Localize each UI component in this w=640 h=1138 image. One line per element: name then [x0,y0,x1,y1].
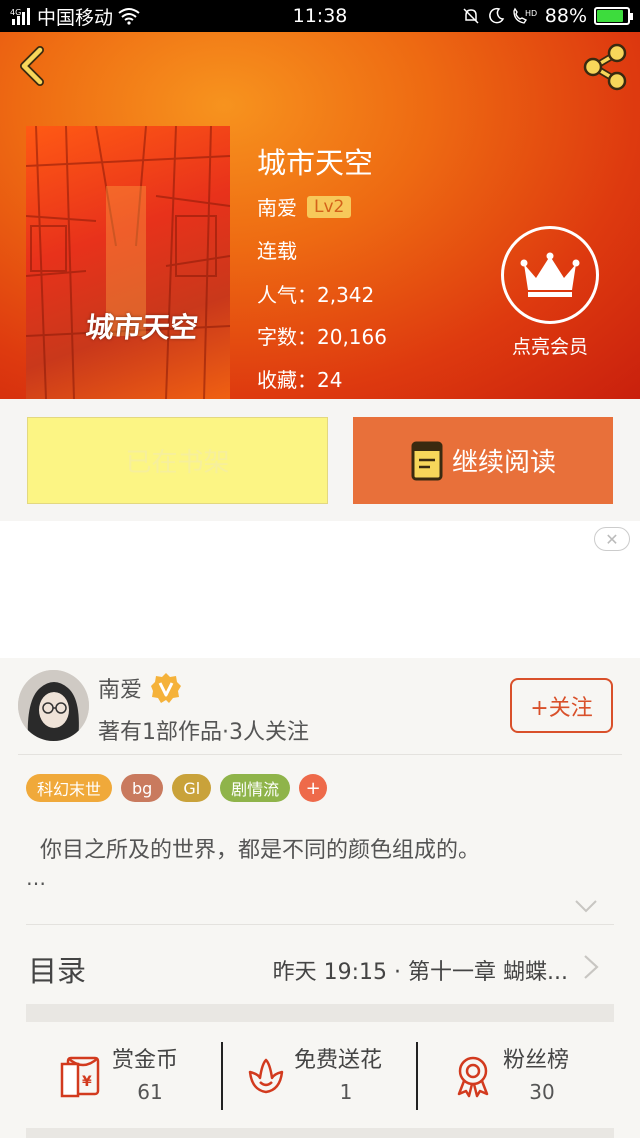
word-count: 字数：20,166 [257,321,387,350]
flower-label: 免费送花 [294,1048,383,1073]
section-separator [26,1128,614,1138]
favorites-value: 24 [317,368,343,392]
popularity: 人气：2,342 [257,279,374,308]
status-time: 11:38 [292,5,348,27]
add-tag-button[interactable]: + [299,774,328,802]
stat-divider [416,1042,418,1110]
reward-label: 赏金币 [112,1048,179,1073]
avatar-image [18,670,89,741]
popularity-label: 人气： [257,283,317,307]
chevron-down-icon[interactable] [574,898,598,914]
flower-icon [248,1058,284,1094]
share-button[interactable] [580,42,630,92]
author-section: 南爱 著有1部作品·3人关注 +关注 科幻末世 bg Gl 剧情流 + 你目之所… [0,658,640,1138]
ad-close-button[interactable]: ✕ [594,527,630,551]
continue-reading-button[interactable]: 继续阅读 [353,417,613,504]
status-bar: 4G 中国移动 11:38 HD 88% [0,0,640,32]
tag-item[interactable]: bg [121,774,164,802]
close-icon: ✕ [605,529,619,549]
ad-area: ✕ [0,521,640,658]
battery-fill [597,10,624,22]
word-count-value: 20,166 [317,325,387,349]
author-card-name-text[interactable]: 南爱 [98,672,142,704]
catalog-row[interactable]: 目录 昨天 19:15 · 第十一章 蝴蝶... [0,926,640,1004]
book-intro: 你目之所及的世界，都是不同的颜色组成的。 [40,838,481,863]
reward-value: 61 [137,1080,163,1104]
vip-button[interactable]: 点亮会员 [500,226,600,359]
action-row: 已在书架 继续阅读 [0,399,640,521]
follow-button[interactable]: +关注 [510,678,613,733]
intro-ellipsis: … [26,866,46,890]
send-flower-button[interactable]: 免费送花 1 [244,1042,404,1108]
tag-item[interactable]: 剧情流 [220,774,291,802]
tag-item[interactable]: 科幻末世 [26,774,113,802]
fans-value: 30 [529,1080,555,1104]
tag-item[interactable]: Gl [172,774,212,802]
popularity-value: 2,342 [317,283,375,307]
flower-value: 1 [339,1080,353,1104]
continue-reading-label: 继续阅读 [451,448,556,478]
back-icon [20,46,44,86]
latest-chapter: 昨天 19:15 · 第十一章 蝴蝶... [272,960,568,985]
author-card-name: 南爱 [98,672,182,704]
medal-icon [457,1056,489,1098]
serial-status: 连载 [257,239,297,263]
divider [26,924,614,925]
red-envelope-icon: ¥ [60,1056,100,1098]
favorites-label: 收藏： [257,368,317,392]
author-meta: 著有1部作品·3人关注 [98,720,309,745]
share-icon [583,43,627,91]
stat-divider [221,1042,223,1110]
stats-row: ¥ 赏金币 61 免费送花 1 粉丝榜 30 [0,1022,640,1128]
reward-coins-button[interactable]: ¥ 赏金币 61 [58,1042,208,1108]
author-name[interactable]: 南爱 [257,192,297,221]
verified-icon [151,673,182,703]
book-title: 城市天空 [257,146,374,180]
book-cover[interactable]: 城市天空 [26,126,230,399]
crown-circle [501,226,599,324]
divider [18,754,622,755]
chevron-right-icon [584,955,599,979]
fans-label: 粉丝榜 [503,1048,570,1073]
tag-list: 科幻末世 bg Gl 剧情流 + [26,774,328,802]
fan-ranking-button[interactable]: 粉丝榜 30 [451,1042,591,1108]
catalog-title: 目录 [28,954,87,988]
favorites: 收藏：24 [257,364,342,393]
book-header: 城市天空 城市天空 南爱 Lv2 连载 人气：2,342 字数：20,166 收… [0,32,640,399]
word-count-label: 字数： [257,325,317,349]
avatar[interactable] [18,670,89,741]
book-icon [411,441,443,480]
vip-label: 点亮会员 [511,336,588,358]
author-line: 南爱 Lv2 [257,192,352,221]
cover-title: 城市天空 [84,311,200,344]
in-shelf-button[interactable]: 已在书架 [27,417,328,504]
section-separator [26,1004,614,1022]
level-badge: Lv2 [307,195,352,218]
battery-icon [594,7,633,25]
back-button[interactable] [14,44,54,88]
cover-illustration [26,126,230,399]
crown-icon [520,252,580,297]
svg-text:¥: ¥ [82,1074,92,1090]
